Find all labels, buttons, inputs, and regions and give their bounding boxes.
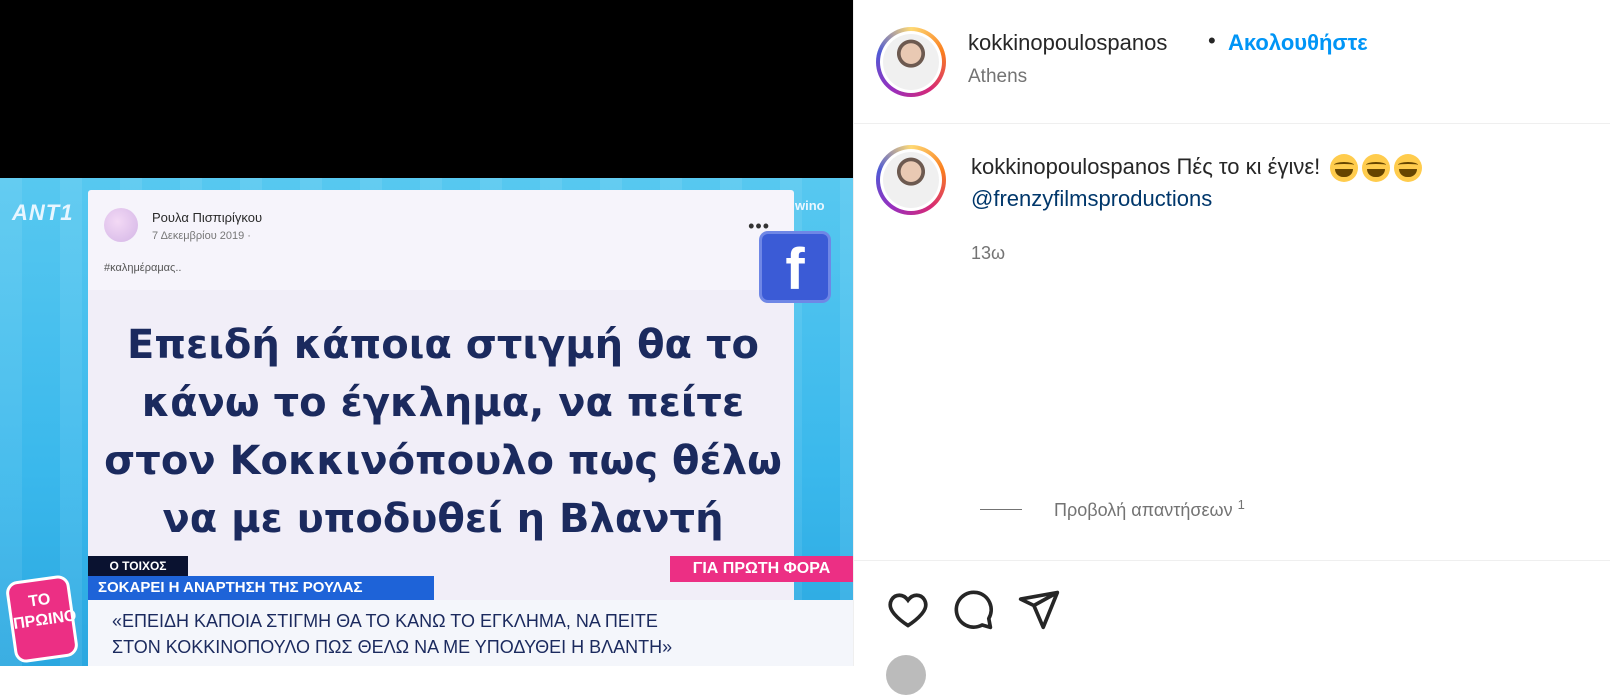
- ticker-quote: «ΕΠΕΙΔΗ ΚΑΠΟΙΑ ΣΤΙΓΜΗ ΘΑ ΤΟ ΚΑΝΩ ΤΟ ΕΓΚΛ…: [88, 600, 853, 666]
- corner-text: wino: [795, 198, 825, 213]
- action-bar: [854, 560, 1610, 695]
- fb-hashtag: #καλημέραμας..: [104, 262, 182, 274]
- ticker-badge: ΓΙΑ ΠΡΩΤΗ ΦΟΡΑ: [670, 556, 853, 582]
- facebook-icon: f: [762, 234, 828, 302]
- replies-divider: [980, 509, 1022, 510]
- channel-logo: ANT1: [12, 200, 74, 225]
- liked-by-avatar[interactable]: [886, 655, 926, 695]
- laughing-emoji-icon: [1330, 154, 1359, 183]
- replies-count: 1: [1237, 497, 1245, 512]
- author-avatar[interactable]: [876, 27, 946, 97]
- view-replies-label: Προβολή απαντήσεων: [1054, 500, 1233, 520]
- ticker-headline: ΣΟΚΑΡΕΙ Η ΑΝΑΡΤΗΣΗ ΤΗΣ ΡΟΥΛΑΣ: [88, 576, 434, 600]
- fb-author-avatar: [104, 208, 138, 242]
- author-username-link[interactable]: kokkinopoulospanos: [968, 30, 1167, 56]
- laughing-emoji-icon: [1362, 154, 1391, 183]
- share-icon[interactable]: [1017, 587, 1061, 631]
- post-media[interactable]: ANT1 wino Ρουλα Πισπιρίγκου 7 Δεκεμβρίου…: [0, 0, 853, 666]
- location-link[interactable]: Athens: [968, 66, 1027, 88]
- caption-username-link[interactable]: kokkinopoulospanos: [971, 154, 1170, 179]
- caption-avatar[interactable]: [876, 145, 946, 215]
- fb-post-text: Επειδή κάποια στιγμή θα το κάνω το έγκλη…: [104, 322, 782, 542]
- ticker-quote-line-2: ΣΤΟΝ ΚΟΚΚΙΝΟΠΟΥΛΟ ΠΩΣ ΘΕΛΩ ΝΑ ΜΕ ΥΠΟΔΥΘΕ…: [112, 637, 673, 657]
- follow-button[interactable]: Ακολουθήστε: [1228, 30, 1368, 56]
- tv-screenshot: ANT1 wino Ρουλα Πισπιρίγκου 7 Δεκεμβρίου…: [0, 178, 853, 666]
- show-logo: ΤΟ ΠΡΩΙΝΟ: [4, 573, 80, 665]
- avatar-image: [883, 152, 939, 208]
- ticker-label: Ο ΤΟΙΧΟΣ: [88, 556, 188, 576]
- fb-post-date: 7 Δεκεμβρίου 2019 ·: [152, 230, 251, 242]
- post-sidebar: kokkinopoulospanos • Ακολουθήστε Athens …: [853, 0, 1610, 695]
- caption-text: Πές το κι έγινε!: [1176, 154, 1321, 179]
- comment-icon[interactable]: [951, 587, 995, 631]
- caption-timestamp[interactable]: 13ω: [971, 243, 1005, 264]
- heart-icon[interactable]: [886, 587, 930, 631]
- fb-author-name: Ρουλα Πισπιρίγκου: [152, 210, 263, 225]
- caption-line: kokkinopoulospanos Πές το κι έγινε!: [971, 154, 1423, 183]
- separator-dot: •: [1208, 28, 1216, 53]
- mention-link[interactable]: @frenzyfilmsproductions: [971, 186, 1212, 212]
- post-header: kokkinopoulospanos • Ακολουθήστε Athens: [854, 0, 1610, 124]
- avatar-image: [883, 34, 939, 90]
- ticker-quote-line-1: «ΕΠΕΙΔΗ ΚΑΠΟΙΑ ΣΤΙΓΜΗ ΘΑ ΤΟ ΚΑΝΩ ΤΟ ΕΓΚΛ…: [112, 611, 658, 631]
- laughing-emoji-icon: [1394, 154, 1423, 183]
